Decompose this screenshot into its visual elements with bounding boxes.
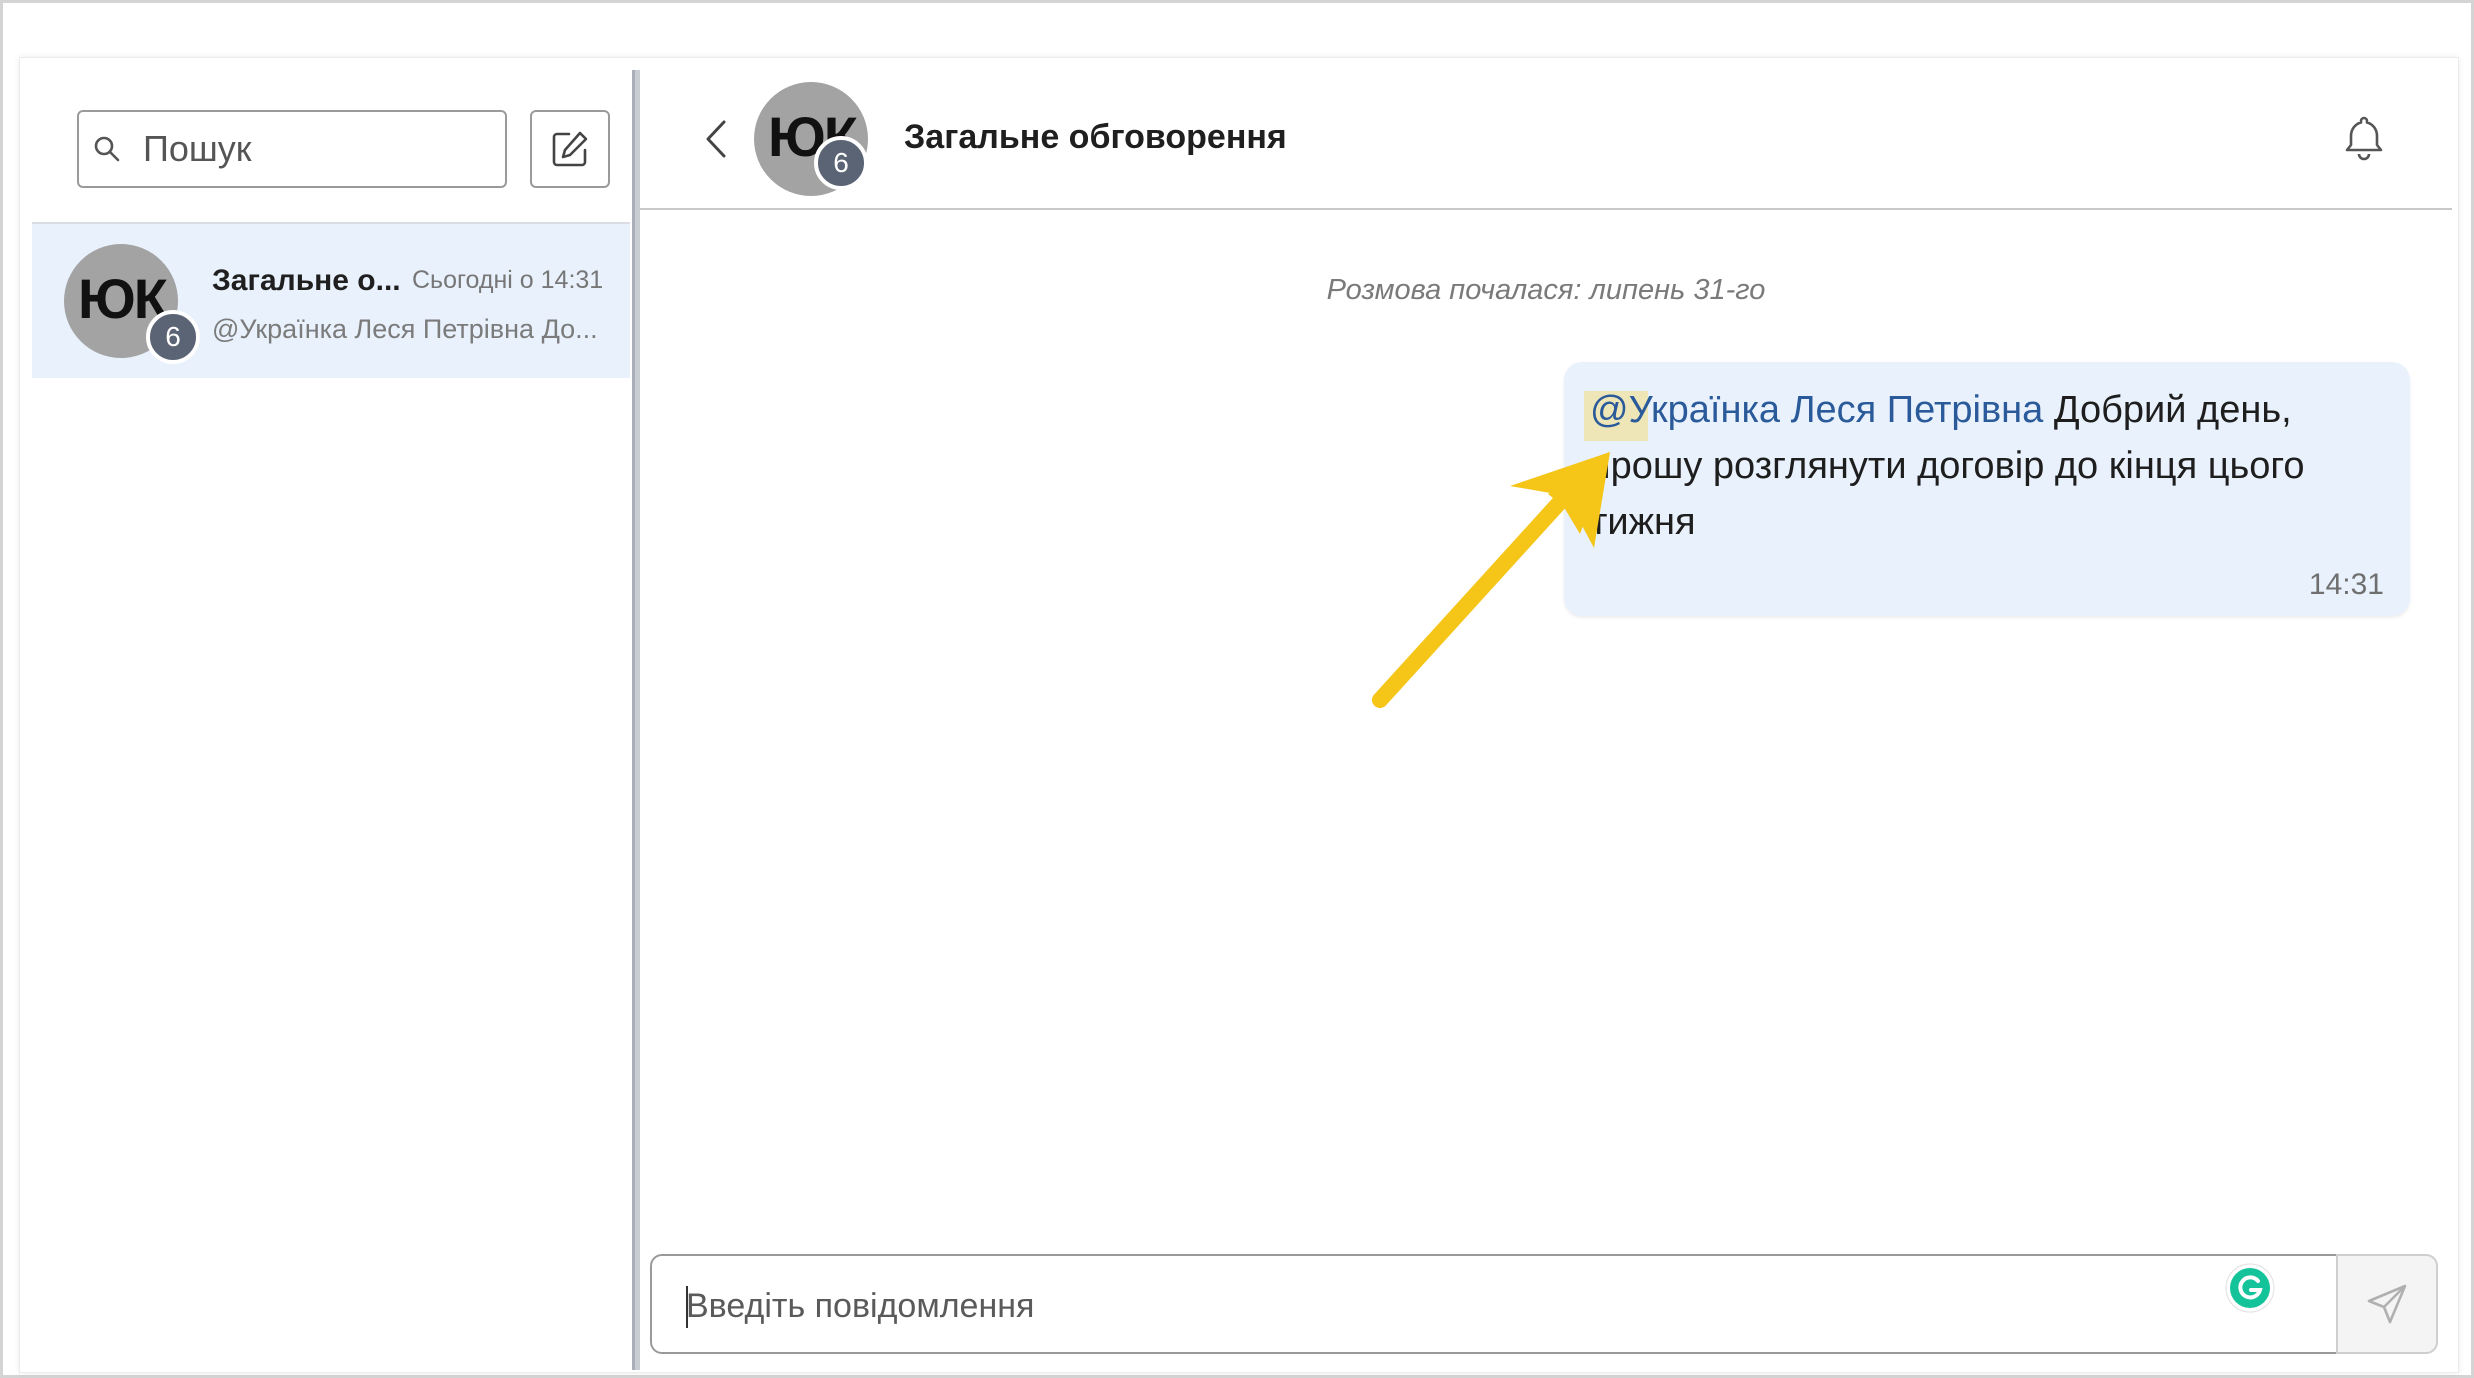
message-bubble: @Українка Леся Петрівна Добрий день, про…: [1564, 362, 2410, 616]
messenger-app: ЮК 6 Загальне о... Сьогодні о 14:31 @Укр…: [19, 57, 2459, 1373]
bell-icon: [2345, 116, 2383, 161]
panel-resize-handle[interactable]: [632, 70, 640, 1370]
message-composer: [650, 1254, 2438, 1354]
search-icon: [94, 136, 120, 162]
message-text: @Українка Леся Петрівна Добрий день, про…: [1584, 382, 2390, 550]
chat-item-time: Сьогодні о 14:31: [412, 266, 604, 294]
user-mention[interactable]: @Українка Леся Петрівна: [1584, 389, 2044, 441]
new-chat-button[interactable]: [530, 110, 610, 188]
window-frame: ЮК 6 Загальне о... Сьогодні о 14:31 @Укр…: [0, 0, 2474, 1378]
sidebar: ЮК 6 Загальне о... Сьогодні о 14:31 @Укр…: [32, 70, 632, 1370]
edit-icon: [552, 131, 588, 167]
grammarly-icon[interactable]: [2224, 1262, 2276, 1314]
message-input-container[interactable]: [650, 1254, 2338, 1354]
chat-item-preview: @Українка Леся Петрівна До...: [212, 314, 598, 344]
chat-panel: ЮК 6 Загальне обговорення Розмова почала…: [640, 70, 2452, 1370]
chat-header: ЮК 6 Загальне обговорення: [640, 70, 2452, 210]
chat-list-item[interactable]: ЮК 6 Загальне о... Сьогодні о 14:31 @Укр…: [32, 222, 630, 378]
members-count-badge: 6: [146, 310, 200, 364]
search-input[interactable]: [141, 127, 461, 171]
chevron-left-icon: [706, 120, 726, 158]
mention-text: @Українка Леся Петрівна: [1590, 389, 2044, 431]
back-button[interactable]: [696, 114, 736, 164]
notifications-button[interactable]: [2336, 110, 2392, 166]
chat-item-title: Загальне о...: [212, 264, 401, 297]
message-time: 14:31: [2308, 568, 2384, 601]
search-box[interactable]: [77, 110, 507, 188]
send-icon: [2367, 1284, 2407, 1324]
text-caret: [686, 1286, 688, 1328]
message-input[interactable]: [684, 1278, 2184, 1334]
chat-title: Загальне обговорення: [904, 118, 1287, 156]
conversation-started-label: Розмова почалася: липень 31-го: [1326, 274, 1766, 306]
send-button[interactable]: [2336, 1254, 2438, 1354]
members-count-badge: 6: [814, 136, 868, 190]
